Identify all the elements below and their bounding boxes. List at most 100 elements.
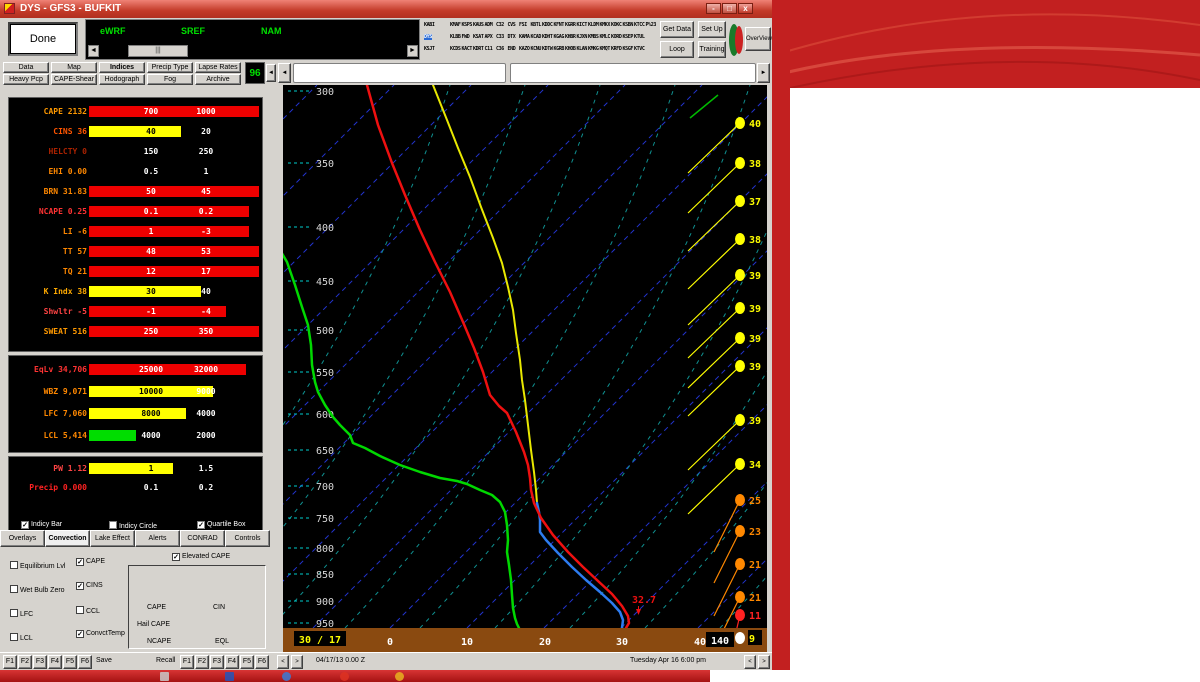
tab-hodograph[interactable]: Hodograph [99, 74, 145, 85]
station-item-kmbs[interactable]: KMBS [588, 34, 598, 40]
tab-archive[interactable]: Archive [195, 74, 241, 85]
model-item-sref[interactable]: SREF [181, 26, 205, 36]
station-item-c11[interactable]: C11 [485, 46, 493, 52]
station-item-kokc[interactable]: KOKC [611, 22, 621, 28]
station-item-kdrt[interactable]: KDRT [473, 46, 483, 52]
station-list[interactable]: KABIDYSKSJTKMAFKLBBKCDSKSPSFWDKACTKAUSKS… [422, 19, 656, 60]
checkbox-icon[interactable] [10, 609, 18, 617]
profile-scrollbar-thumb2[interactable] [510, 63, 756, 83]
station-item-c32[interactable]: C32 [496, 22, 504, 28]
fkey-save-f3[interactable]: F3 [33, 655, 47, 669]
tab-indices[interactable]: Indices [99, 62, 145, 73]
station-item-krfd[interactable]: KRFD [611, 46, 621, 52]
convection-option-equilibrium-lvl[interactable]: Equilibrium Lvl [10, 561, 65, 570]
close-button[interactable]: x [738, 3, 753, 14]
checkbox-icon[interactable] [10, 585, 18, 593]
checkbox-icon[interactable]: ✓ [21, 521, 29, 529]
fkey-save-f6[interactable]: F6 [78, 655, 92, 669]
station-item-ksgf[interactable]: KSGF [623, 46, 633, 52]
panel-tab-controls[interactable]: Controls [225, 530, 270, 547]
valid-next-button[interactable]: > [758, 655, 770, 669]
station-item-kmaf[interactable]: KMAF [450, 22, 460, 28]
get-data-button[interactable]: Get Data [660, 21, 694, 38]
option-quartile-box[interactable]: ✓ Quartile Box [197, 521, 245, 529]
station-item-kact[interactable]: KACT [462, 46, 472, 52]
checkbox-icon[interactable]: ✓ [172, 553, 180, 561]
station-item-kbtl[interactable]: KBTL [531, 22, 541, 28]
station-item-kddc[interactable]: KDDC [542, 22, 552, 28]
model-item-nam[interactable]: NAM [261, 26, 282, 36]
time-prev-button[interactable]: < [277, 655, 289, 669]
station-item-kdht[interactable]: KDHT [542, 34, 552, 40]
fkey-recall-f6[interactable]: F6 [255, 655, 269, 669]
station-item-ktul[interactable]: KTUL [634, 34, 644, 40]
fkey-recall-f4[interactable]: F4 [225, 655, 239, 669]
fkey-save-f2[interactable]: F2 [18, 655, 32, 669]
skewt-chart[interactable]: 3003504004505005506006507007508008509009… [270, 85, 772, 652]
fkey-save-f4[interactable]: F4 [48, 655, 62, 669]
training-button[interactable]: Training [698, 41, 726, 58]
model-scroll-left-icon[interactable]: ◄ [88, 45, 99, 57]
panel-tab-overlays[interactable]: Overlays [0, 530, 45, 547]
convection-option-wet-bulb-zero[interactable]: Wet Bulb Zero [10, 585, 65, 594]
station-item-kict[interactable]: KICT [577, 22, 587, 28]
station-item-kmlc[interactable]: KMLC [600, 34, 610, 40]
station-item-kmkx[interactable]: KMKX [600, 22, 610, 28]
station-item-kgrb[interactable]: KGRB [554, 46, 564, 52]
tab-precip-type[interactable]: Precip Type [147, 62, 193, 73]
station-item-klbb[interactable]: KLBB [450, 34, 460, 40]
station-item-c36[interactable]: C36 [496, 46, 504, 52]
station-item-kmqt[interactable]: KMQT [600, 46, 610, 52]
station-item-c33[interactable]: C33 [496, 34, 504, 40]
station-item-ksat[interactable]: KSAT [473, 34, 483, 40]
checkbox-icon[interactable] [10, 561, 18, 569]
taskbar-app-icon[interactable] [282, 672, 291, 681]
station-item-kldm[interactable]: KLDM [588, 22, 598, 28]
fkey-recall-f2[interactable]: F2 [195, 655, 209, 669]
valid-prev-button[interactable]: < [744, 655, 756, 669]
station-item-ksep[interactable]: KSEP [623, 34, 633, 40]
station-item-kfnt[interactable]: KFNT [554, 22, 564, 28]
convection-option-ccl[interactable]: CCL [76, 606, 100, 615]
fkey-recall-f5[interactable]: F5 [240, 655, 254, 669]
tab-scroll-left-icon[interactable]: ◄ [266, 64, 276, 82]
taskbar-app-icon[interactable] [395, 672, 404, 681]
station-item-kazo[interactable]: KAZO [519, 46, 529, 52]
station-item-kmkg[interactable]: KMKG [588, 46, 598, 52]
station-item-cvs[interactable]: CVS [508, 22, 516, 28]
overview-button[interactable]: OverView [745, 27, 771, 51]
convection-option-lcl[interactable]: LCL [10, 633, 33, 642]
option-indicy-bar[interactable]: ✓ Indicy Bar [21, 521, 62, 529]
taskbar-app-icon[interactable] [160, 672, 169, 681]
tab-cape-shear[interactable]: CAPE-Shear [51, 74, 97, 85]
station-item-adm[interactable]: ADM [485, 22, 493, 28]
station-item-ktvc[interactable]: KTVC [634, 46, 644, 52]
station-item-fsi[interactable]: FSI [519, 22, 527, 28]
convection-option-lfc[interactable]: LFC [10, 609, 33, 618]
convection-option-elevated-cape[interactable]: ✓ Elevated CAPE [172, 553, 230, 561]
checkbox-icon[interactable] [10, 633, 18, 641]
model-scrollbar[interactable]: ◄ ||| ► [88, 45, 418, 57]
maximize-button[interactable]: □ [722, 3, 737, 14]
fkey-recall-f3[interactable]: F3 [210, 655, 224, 669]
taskbar[interactable] [0, 670, 710, 682]
fkey-recall-f1[interactable]: F1 [180, 655, 194, 669]
station-item-dtx[interactable]: DTX [508, 34, 516, 40]
profile-scroll-left-icon[interactable]: ◄ [278, 63, 291, 83]
fkey-save-f1[interactable]: F1 [3, 655, 17, 669]
panel-tab-conrad[interactable]: CONRAD [180, 530, 225, 547]
taskbar-app-icon[interactable] [340, 672, 349, 681]
checkbox-icon[interactable]: ✓ [76, 582, 84, 590]
station-item-ktcc[interactable]: KTCC [634, 22, 644, 28]
tab-map[interactable]: Map [51, 62, 97, 73]
model-scrollbar-thumb[interactable]: ||| [128, 45, 188, 57]
checkbox-icon[interactable]: ✓ [76, 558, 84, 566]
station-item-fwd[interactable]: FWD [462, 34, 470, 40]
tab-fog[interactable]: Fog [147, 74, 193, 85]
station-item-ksps[interactable]: KSPS [462, 22, 472, 28]
convection-option-convcttemp[interactable]: ✓ ConvctTemp [76, 630, 125, 638]
station-item-khbr[interactable]: KHBR [565, 34, 575, 40]
done-button[interactable]: Done [8, 22, 78, 56]
station-item-ksjt[interactable]: KSJT [424, 46, 434, 52]
skewt-plot[interactable]: 3003504004505005506006507007508008509009… [270, 85, 772, 652]
